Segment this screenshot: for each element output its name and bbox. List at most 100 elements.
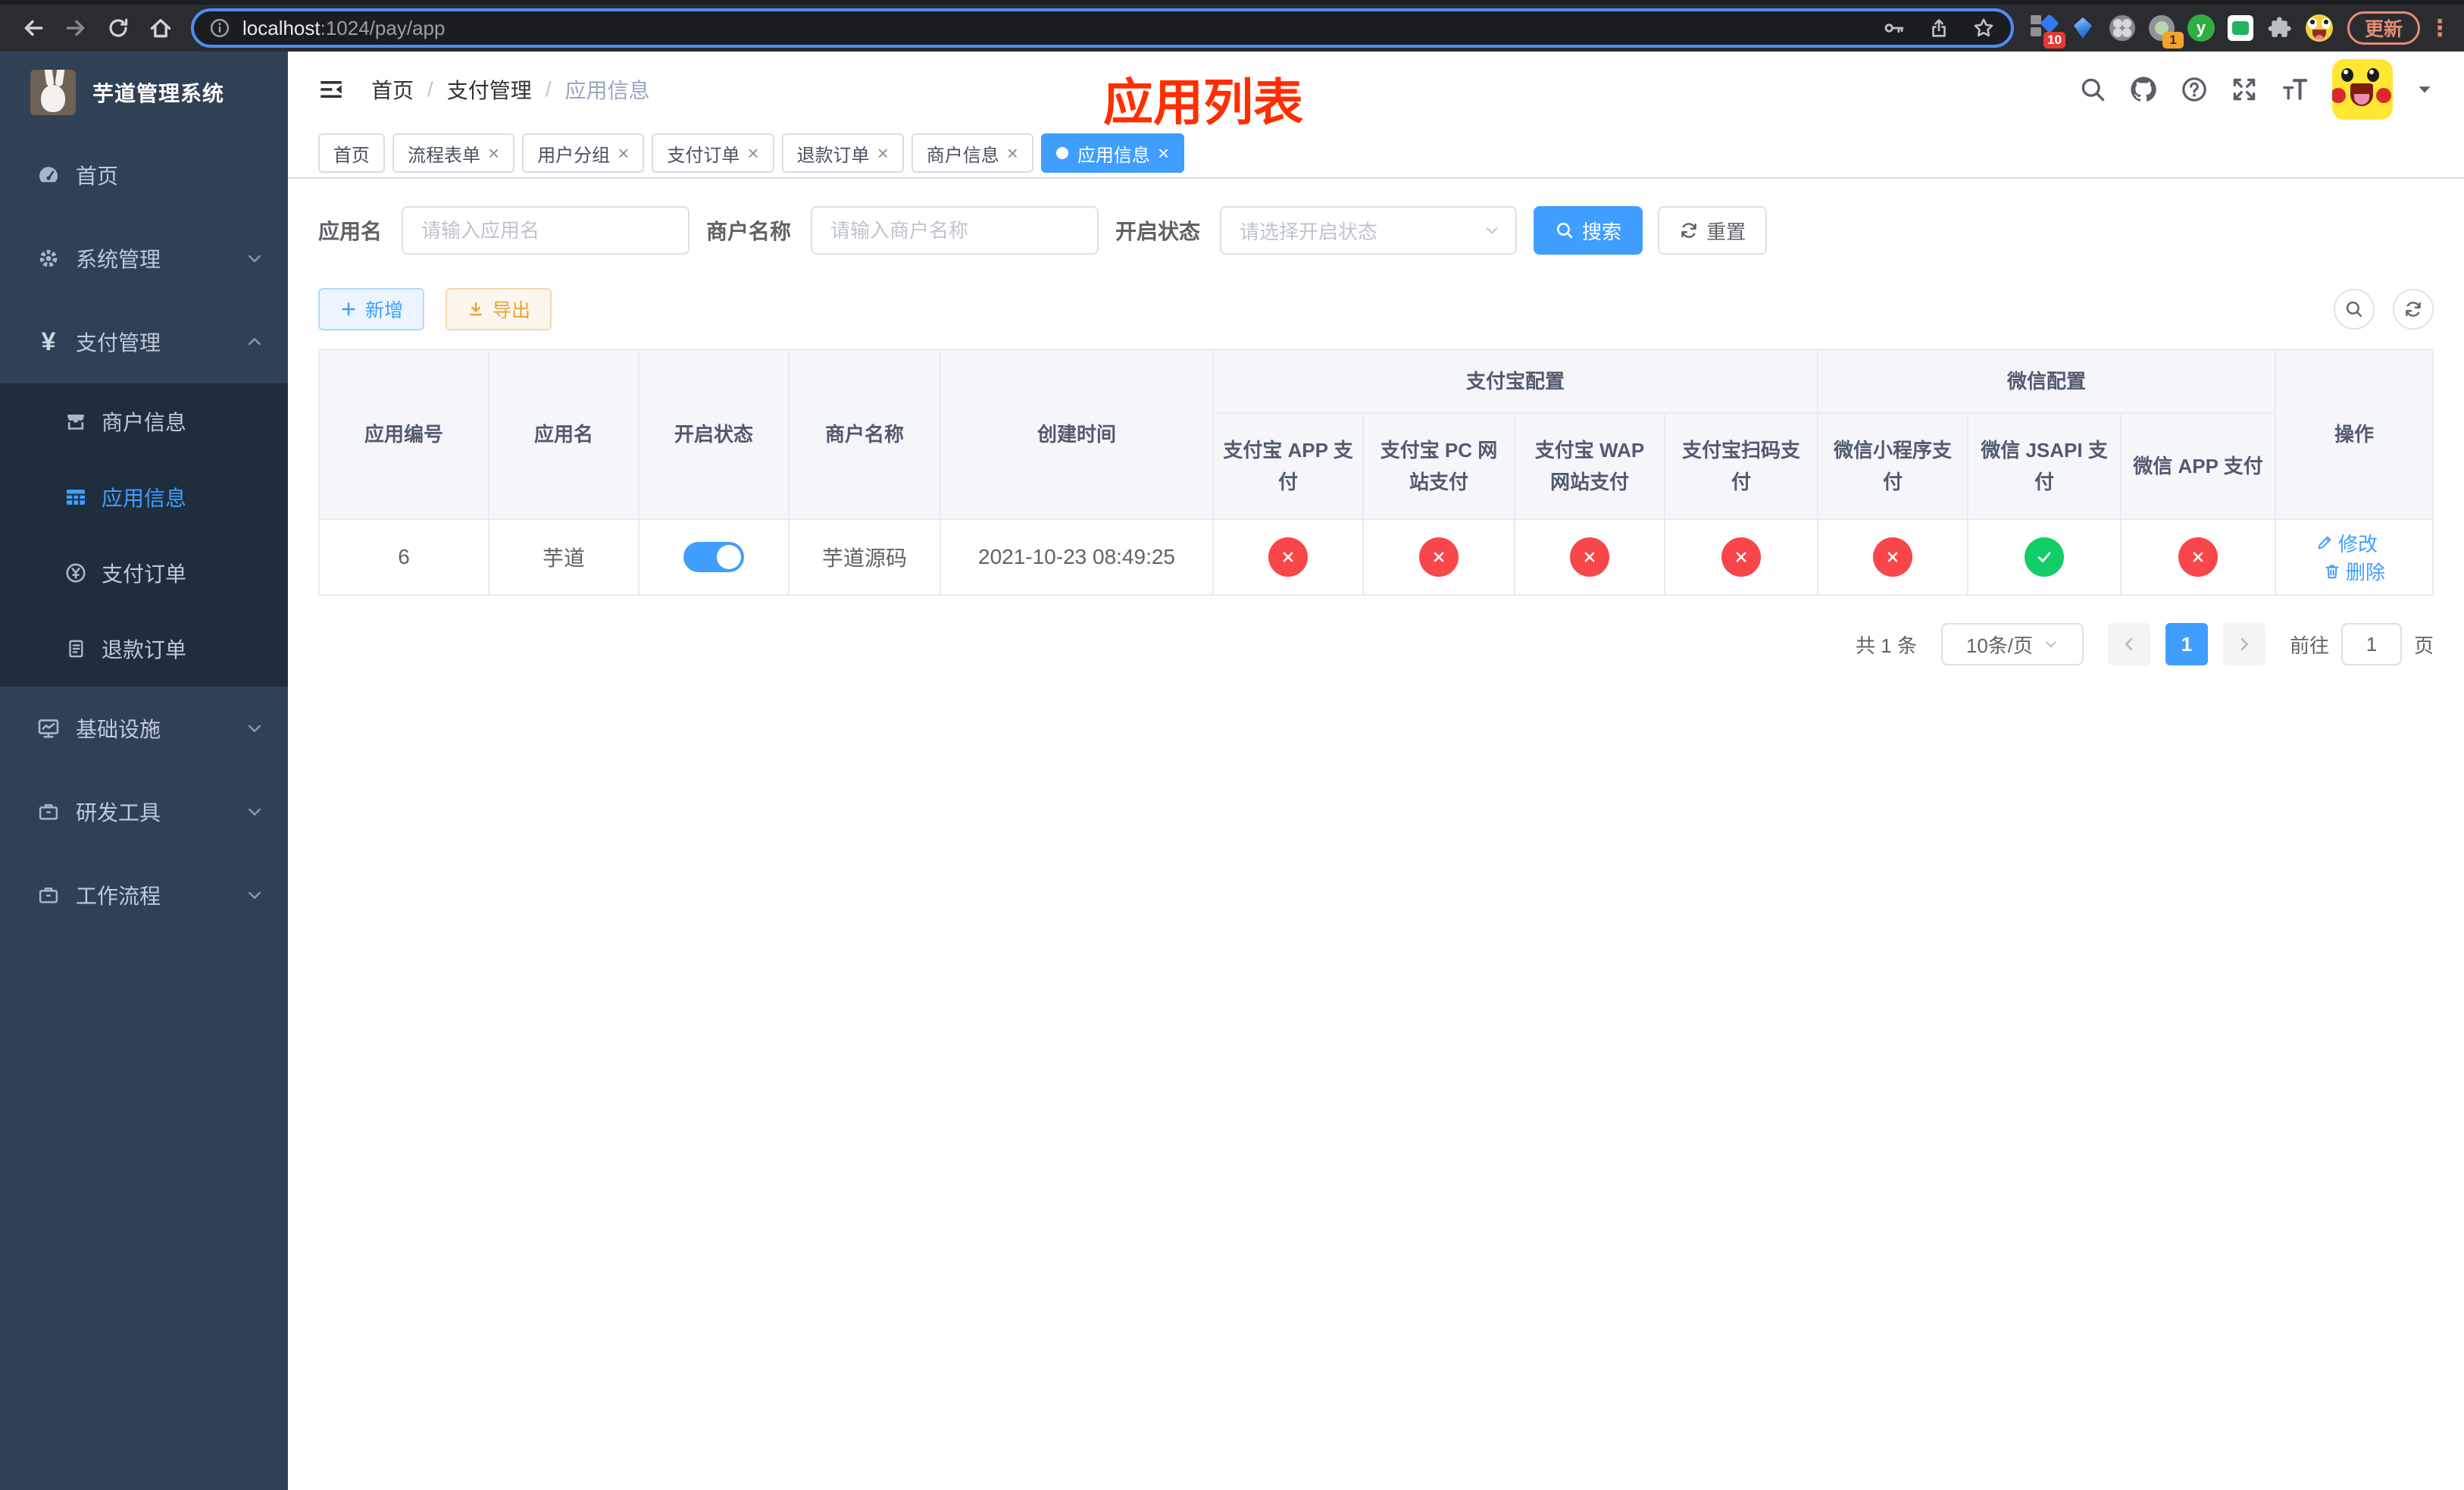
extension-kite-icon[interactable] [2068, 14, 2097, 42]
github-icon[interactable] [2129, 75, 2158, 104]
sidebar-item-infrastructure[interactable]: 基础设施 [0, 687, 288, 770]
address-bar[interactable]: localhost:1024/pay/app [191, 8, 2014, 48]
cell-alipay-app [1212, 518, 1364, 596]
page-number-button[interactable]: 1 [2165, 623, 2208, 665]
sidebar-item-label: 应用信息 [102, 487, 187, 510]
tab-process-form[interactable]: 流程表单 [392, 133, 515, 173]
site-info-icon[interactable] [209, 17, 230, 39]
cell-alipay-qr [1663, 518, 1819, 596]
fullscreen-icon[interactable] [2231, 76, 2258, 103]
browser-menu-icon[interactable] [2428, 15, 2452, 42]
group-wechat-config: 微信配置 [1817, 349, 2277, 414]
close-tab-icon[interactable] [747, 143, 758, 163]
enabled-switch[interactable] [683, 542, 744, 572]
screen: localhost:1024/pay/app 10 1 y 更新 ⋮ 芋道管理系… [0, 0, 2464, 1490]
breadcrumb-current: 应用信息 [564, 79, 650, 102]
browser-update-button[interactable]: 更新 [2347, 11, 2420, 45]
app-name-input[interactable] [402, 206, 690, 255]
extension-proxy-icon[interactable]: 1 [2147, 14, 2184, 49]
browser-back-button[interactable] [12, 7, 55, 49]
col-alipay-qr: 支付宝扫码支付 [1663, 412, 1819, 520]
tab-merchant-info[interactable]: 商户信息 [911, 133, 1033, 173]
sidebar-item-payment[interactable]: 支付管理 [0, 300, 288, 383]
extension-y-icon[interactable] [2187, 14, 2215, 42]
table-row: 6 芋道 芋道源码 2021-10-23 08:49:25 修改 删除 [318, 518, 2434, 596]
close-tab-icon[interactable] [1158, 143, 1169, 163]
sidebar-item-dev-tools[interactable]: 研发工具 [0, 770, 288, 853]
goto-page-input[interactable] [2340, 623, 2402, 665]
sidebar-item-system[interactable]: 系统管理 [0, 217, 288, 300]
extension-clover-icon[interactable] [2108, 14, 2137, 42]
help-question-icon[interactable] [2181, 76, 2208, 103]
cell-wechat-jsapi [1967, 518, 2122, 596]
browser-reload-button[interactable] [97, 7, 139, 49]
browser-home-button[interactable] [139, 7, 182, 49]
sidebar-item-label: 系统管理 [76, 248, 161, 271]
tab-home[interactable]: 首页 [318, 133, 385, 173]
collapse-sidebar-icon[interactable] [318, 77, 344, 102]
bookmark-star-icon[interactable] [1972, 16, 1996, 40]
close-tab-icon[interactable] [488, 143, 499, 163]
sidebar-item-label: 退款订单 [102, 638, 187, 662]
share-icon[interactable] [1928, 17, 1950, 39]
reset-button[interactable]: 重置 [1658, 206, 1768, 255]
edit-link[interactable]: 修改 [2315, 529, 2378, 557]
sidebar-item-label: 研发工具 [76, 801, 161, 825]
chevron-down-icon [245, 886, 264, 904]
breadcrumb-payment[interactable]: 支付管理 [447, 74, 532, 105]
chevron-down-icon [1484, 222, 1500, 239]
main-area: 应用列表 首页 / 支付管理 / 应用信息 首页 流程表单 × 用户分组 × 支… [288, 52, 2464, 1490]
goto-label: 前往 [2289, 634, 2329, 657]
page-title-overlay: 应用列表 [1103, 74, 1303, 130]
close-tab-icon[interactable] [1007, 143, 1018, 163]
sidebar-item-pay-orders[interactable]: 支付订单 [0, 535, 288, 611]
user-menu-caret-icon[interactable] [2416, 80, 2434, 99]
next-page-button[interactable] [2222, 623, 2265, 665]
cell-app-id: 6 [318, 518, 489, 596]
breadcrumb-separator: / [545, 77, 552, 101]
cell-created: 2021-10-23 08:49:25 [940, 518, 1214, 596]
sidebar-item-workflow[interactable]: 工作流程 [0, 853, 288, 937]
breadcrumb-home[interactable]: 首页 [371, 74, 414, 105]
tab-app-info[interactable]: 应用信息 [1040, 133, 1185, 173]
browser-forward-button[interactable] [55, 7, 97, 49]
document-icon [64, 637, 88, 661]
sidebar-item-home[interactable]: 首页 [0, 133, 288, 217]
sidebar-item-app-info[interactable]: 应用信息 [0, 459, 288, 535]
content-area: 应用名 商户名称 开启状态 请选择开启状态 搜索 [288, 206, 2464, 665]
extension-pinned-icon[interactable]: 10 [2029, 14, 2065, 49]
header-search-icon[interactable] [2079, 76, 2106, 103]
total-count: 共 1 条 [1856, 634, 1917, 657]
add-button[interactable]: 新增 [318, 288, 425, 330]
merchant-name-input[interactable] [811, 206, 1099, 255]
tab-user-group[interactable]: 用户分组 [522, 133, 645, 173]
password-key-icon[interactable] [1882, 16, 1906, 40]
delete-link[interactable]: 删除 [2323, 557, 2385, 585]
status-circle-icon [1721, 537, 1761, 577]
prev-page-button[interactable] [2107, 623, 2150, 665]
status-select[interactable]: 请选择开启状态 [1220, 206, 1518, 255]
cell-status [638, 518, 790, 596]
extension-emoji-icon[interactable] [2305, 14, 2334, 42]
col-alipay-app: 支付宝 APP 支付 [1212, 412, 1364, 520]
status-circle-icon [2178, 537, 2219, 577]
extension-badge: 1 [2162, 32, 2184, 49]
sidebar-item-refund-orders[interactable]: 退款订单 [0, 611, 288, 687]
sidebar-item-merchant-info[interactable]: 商户信息 [0, 383, 288, 459]
close-tab-icon[interactable] [877, 143, 889, 163]
refresh-table-button[interactable] [2393, 289, 2434, 330]
extension-chat-icon[interactable] [2226, 14, 2255, 42]
chevron-down-icon [245, 719, 264, 737]
toggle-search-button[interactable] [2334, 289, 2375, 330]
tab-refund-orders[interactable]: 退款订单 [781, 133, 904, 173]
extensions-puzzle-icon[interactable] [2265, 14, 2294, 42]
user-avatar[interactable] [2332, 59, 2393, 120]
export-button[interactable]: 导出 [446, 288, 552, 330]
apps-table: 应用编号 应用名 开启状态 商户名称 创建时间 支付宝配置 微信配置 操作 支付… [318, 349, 2434, 596]
font-size-icon[interactable] [2281, 75, 2309, 104]
search-button[interactable]: 搜索 [1534, 206, 1643, 255]
close-tab-icon[interactable] [618, 143, 629, 163]
page-size-select[interactable]: 10条/页 [1940, 623, 2084, 665]
tab-pay-orders[interactable]: 支付订单 [652, 133, 774, 173]
breadcrumb: 首页 / 支付管理 / 应用信息 [371, 74, 650, 105]
